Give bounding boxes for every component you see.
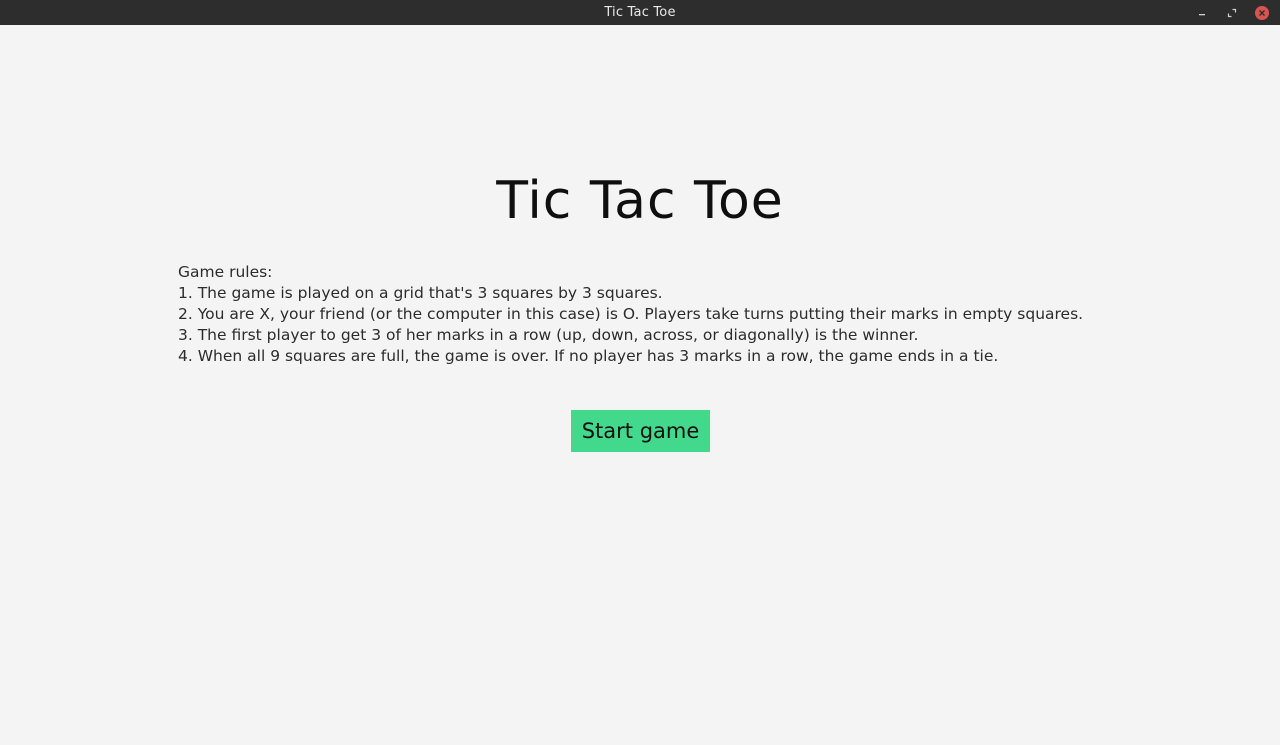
page-title: Tic Tac Toe bbox=[496, 171, 784, 231]
close-icon bbox=[1255, 5, 1269, 20]
title-bar[interactable]: Tic Tac Toe bbox=[0, 0, 1280, 25]
maximize-button[interactable] bbox=[1224, 5, 1240, 21]
maximize-icon bbox=[1227, 8, 1237, 17]
app-window: Tic Tac Toe Tic Tac Toe Game rules: 1. T… bbox=[0, 0, 1280, 745]
window-controls bbox=[1194, 0, 1270, 25]
close-button[interactable] bbox=[1254, 5, 1270, 21]
window-title: Tic Tac Toe bbox=[604, 5, 676, 20]
rule-item: 2. You are X, your friend (or the comput… bbox=[178, 305, 1084, 323]
minimize-icon bbox=[1199, 13, 1205, 15]
rule-item: 3. The first player to get 3 of her mark… bbox=[178, 326, 919, 344]
rule-item: 4. When all 9 squares are full, the game… bbox=[178, 347, 999, 365]
game-rules: Game rules: 1. The game is played on a g… bbox=[178, 262, 1083, 367]
minimize-button[interactable] bbox=[1194, 5, 1210, 21]
rule-item: 1. The game is played on a grid that's 3… bbox=[178, 284, 663, 302]
start-game-button[interactable]: Start game bbox=[571, 410, 710, 452]
rules-header: Game rules: bbox=[178, 263, 273, 281]
